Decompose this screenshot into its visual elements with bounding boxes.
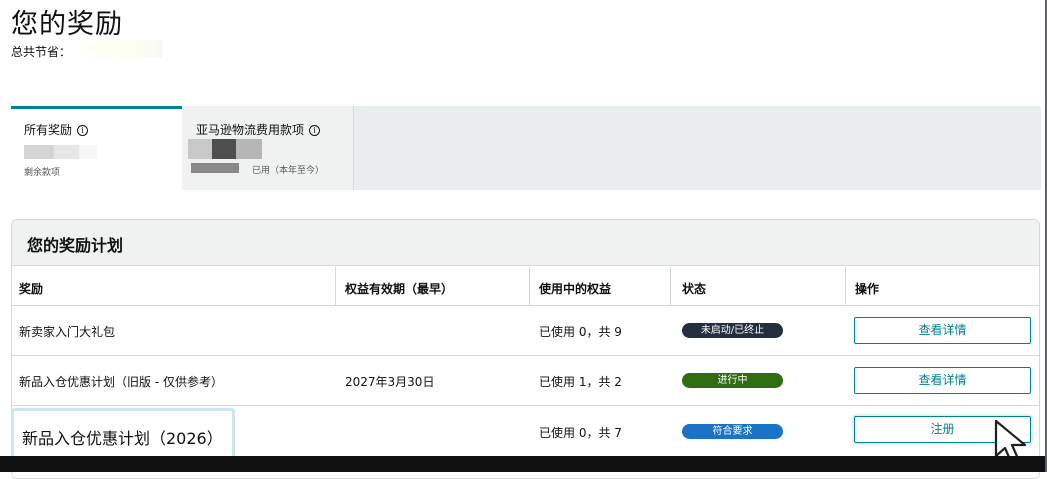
total-savings-label: 总共节省： xyxy=(11,45,72,59)
status-badge: 未启动/已终止 xyxy=(682,323,783,338)
remaining-amount-redacted xyxy=(24,145,54,159)
col-header-reward: 奖励 xyxy=(19,282,44,296)
used-amount-redacted xyxy=(236,139,262,159)
row-divider xyxy=(12,305,1039,306)
info-icon[interactable]: i xyxy=(309,125,321,136)
remaining-amount-redacted xyxy=(54,145,79,159)
expiry-date: 2027年3月30日 xyxy=(345,375,435,389)
card-title: 您的奖励计划 xyxy=(27,236,124,255)
row-divider xyxy=(12,405,1039,406)
tab-fba-fee-credits[interactable]: 亚马逊物流费用款项 i 已用（本年至今） xyxy=(182,106,354,190)
col-header-usage: 使用中的权益 xyxy=(539,282,612,296)
tab-fba-fee-credits-sub: 已用（本年至今） xyxy=(252,166,325,176)
usage-count: 已使用 0，共 7 xyxy=(539,426,622,440)
remaining-amount-redacted xyxy=(79,145,97,159)
col-header-action: 操作 xyxy=(855,282,880,296)
usage-count: 已使用 0，共 9 xyxy=(539,325,622,339)
col-header-expiry: 权益有效期（最早） xyxy=(345,282,454,296)
column-divider xyxy=(335,267,336,305)
used-amount-redacted xyxy=(191,163,239,173)
savings-amount-redacted xyxy=(86,40,162,58)
used-amount-redacted xyxy=(212,139,236,159)
column-divider xyxy=(670,267,671,305)
reward-name: 新品入仓优惠计划（旧版 - 仅供参考） xyxy=(19,375,223,389)
column-divider xyxy=(845,267,846,305)
info-icon[interactable]: i xyxy=(77,125,89,136)
bottom-bar xyxy=(0,456,1047,472)
view-details-button[interactable]: 查看详情 xyxy=(854,317,1031,344)
usage-count: 已使用 1，共 2 xyxy=(539,375,622,389)
tab-all-rewards-sub: 剩余款项 xyxy=(24,168,61,178)
page-title: 您的奖励 xyxy=(11,9,123,40)
used-amount-redacted xyxy=(188,139,212,159)
row-divider xyxy=(12,355,1039,356)
reward-name: 新卖家入门大礼包 xyxy=(19,325,116,339)
tab-all-rewards[interactable]: 所有奖励 i 剩余款项 xyxy=(11,106,182,190)
view-details-button[interactable]: 查看详情 xyxy=(854,367,1031,394)
reward-name: 新品入仓优惠计划（2026） xyxy=(22,429,223,448)
column-divider xyxy=(529,267,530,305)
status-badge: 进行中 xyxy=(682,373,783,388)
status-badge: 符合要求 xyxy=(682,424,783,439)
tab-all-rewards-label: 所有奖励 i xyxy=(24,121,89,138)
card-header: 您的奖励计划 xyxy=(12,220,1039,266)
tab-fba-fee-credits-label: 亚马逊物流费用款项 i xyxy=(196,121,321,138)
col-header-status: 状态 xyxy=(682,282,707,296)
